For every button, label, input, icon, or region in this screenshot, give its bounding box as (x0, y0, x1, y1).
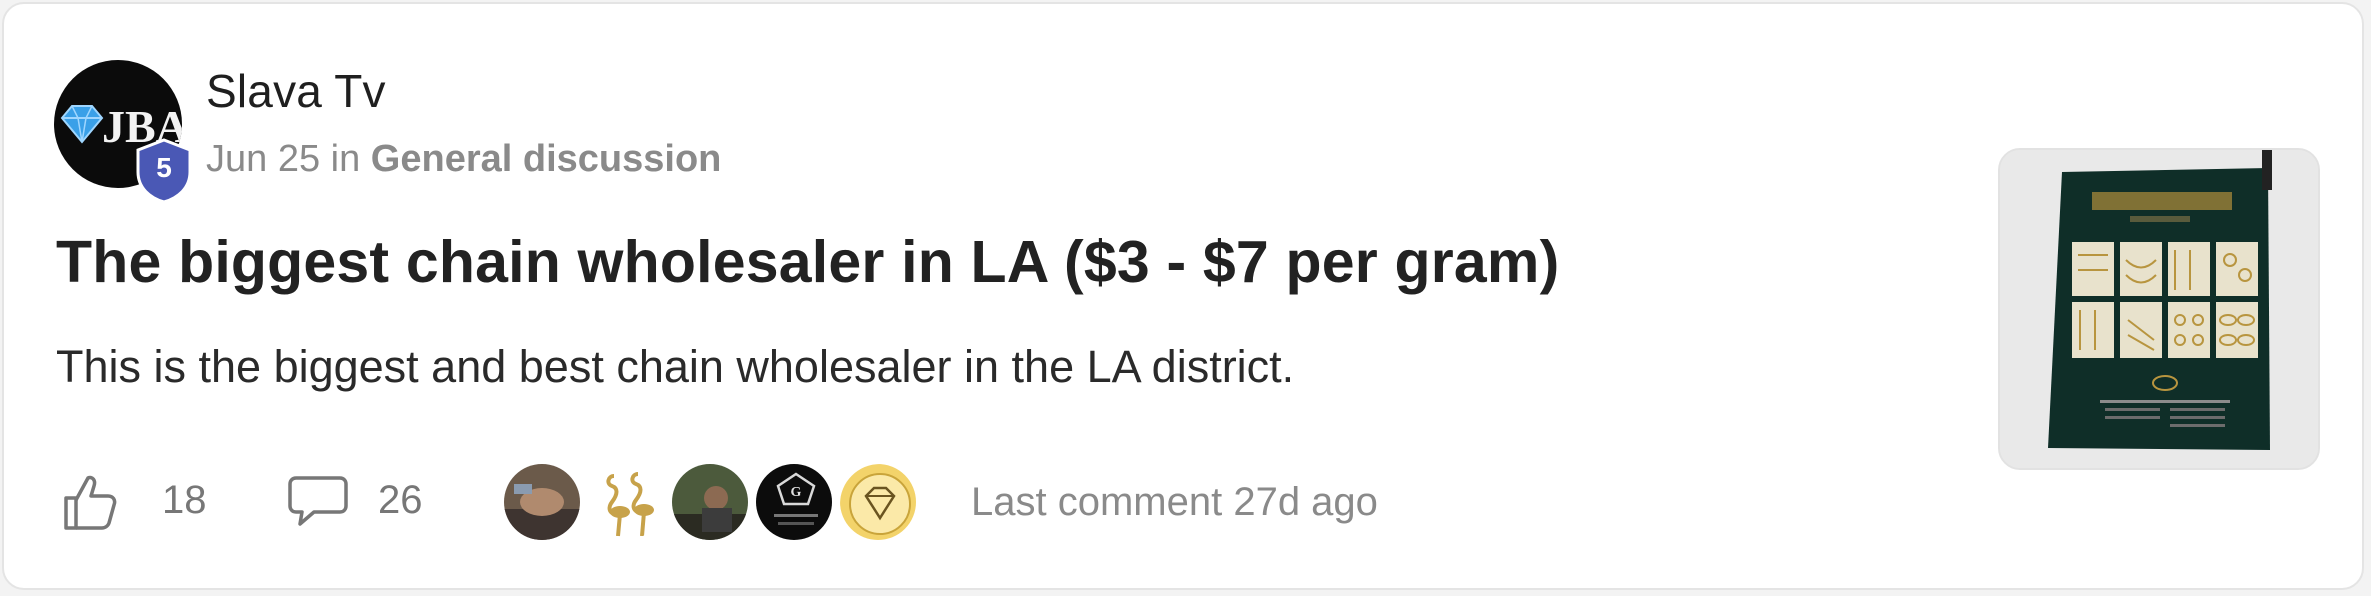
author-name[interactable]: Slava Tv (206, 64, 386, 118)
comment-count: 26 (378, 478, 423, 522)
post-meta: Jun 25 in General discussion (206, 138, 721, 181)
participant-photo (672, 464, 748, 540)
flamingo-avatar (588, 464, 664, 540)
author-avatar-wrapper[interactable]: JBA 5 (54, 60, 192, 204)
post-card[interactable]: JBA 5 Slava Tv Jun 25 in General discuss… (2, 2, 2364, 590)
catalog-image (2000, 150, 2318, 468)
gold-diamond-avatar (840, 464, 916, 540)
participant-avatar[interactable] (502, 462, 582, 542)
participant-photo (504, 464, 580, 540)
last-comment-time: Last comment 27d ago (971, 480, 1378, 524)
post-excerpt: This is the biggest and best chain whole… (56, 341, 1295, 392)
jewelry-logo-avatar: G (756, 464, 832, 540)
category-link[interactable]: General discussion (371, 138, 722, 180)
post-date[interactable]: Jun 25 (206, 138, 320, 180)
like-count: 18 (162, 478, 207, 522)
speech-bubble-icon[interactable] (286, 472, 350, 532)
participant-avatar[interactable] (586, 462, 666, 542)
level-badge: 5 (134, 138, 194, 204)
post-thumbnail[interactable] (1998, 148, 2320, 470)
participant-avatar[interactable] (670, 462, 750, 542)
meta-in-word: in (330, 138, 361, 180)
participant-avatar[interactable]: G (754, 462, 834, 542)
svg-text:G: G (791, 485, 802, 500)
post-title[interactable]: The biggest chain wholesaler in LA ($3 -… (56, 228, 1559, 296)
participant-avatar[interactable] (838, 462, 918, 542)
level-number: 5 (156, 152, 172, 183)
thumbs-up-icon[interactable] (58, 472, 118, 532)
